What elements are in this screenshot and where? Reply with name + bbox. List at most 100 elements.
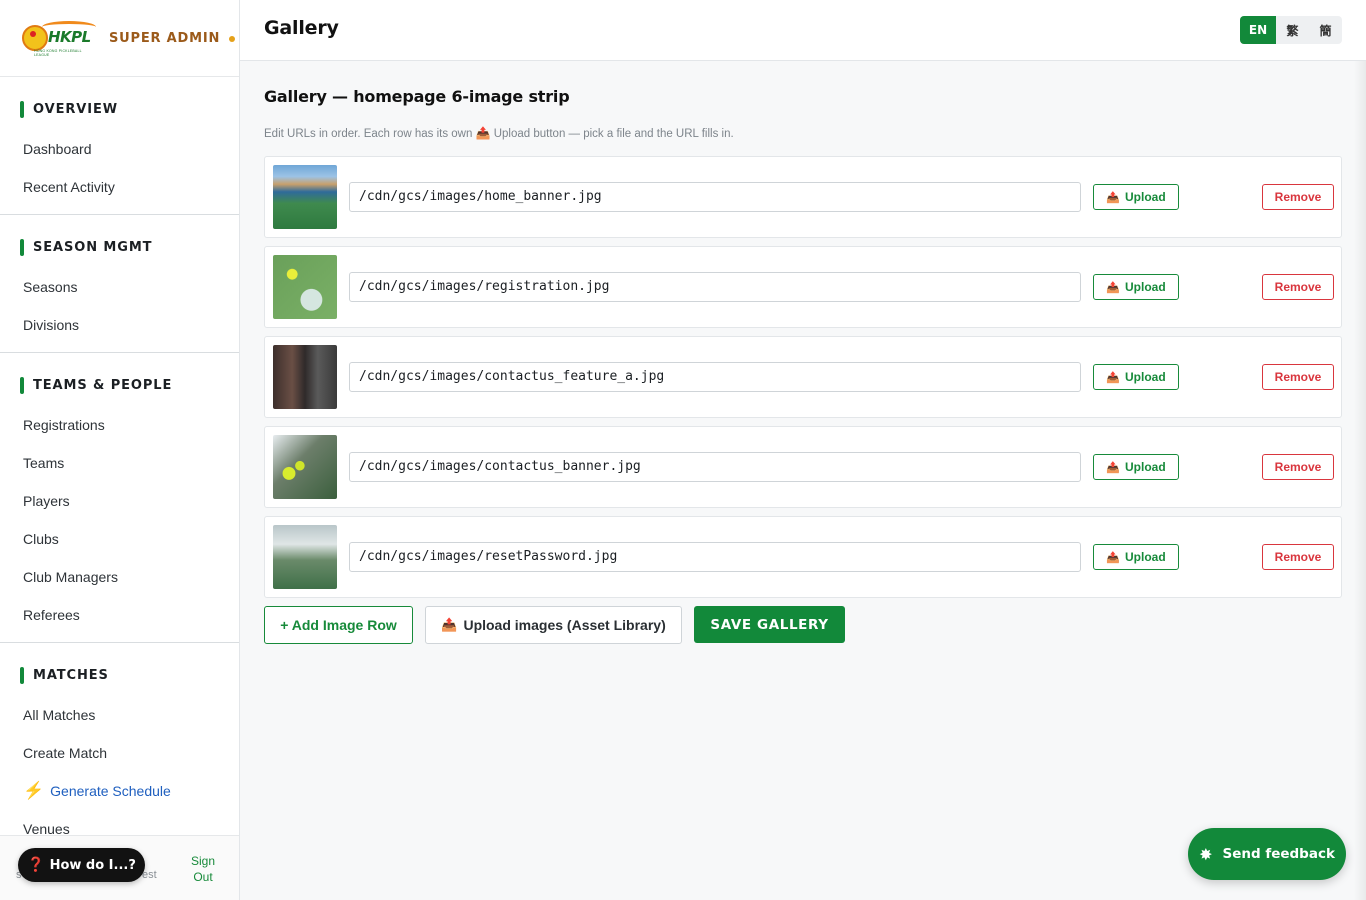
nav-section-overview: OVERVIEW Dashboard Recent Activity [0,96,239,215]
lang-simplified-button[interactable]: 簡 [1309,16,1342,44]
add-image-row-button[interactable]: + Add Image Row [264,606,413,644]
nav-heading-label: TEAMS & PEOPLE [33,377,173,393]
sidebar-item-dashboard[interactable]: Dashboard [0,130,239,168]
help-button-label: How do I...? [49,857,136,873]
instructions-text: Edit URLs in order. Each row has its own… [264,126,1342,140]
remove-button[interactable]: Remove [1262,454,1334,480]
brand-header: HKPL HONG KONG PICKLEBALL LEAGUE SUPER A… [0,0,239,77]
image-thumbnail [273,345,337,409]
hint-text-2: Upload button — pick a file and the URL … [493,128,734,140]
image-url-input[interactable]: /cdn/gcs/images/resetPassword.jpg [349,542,1081,572]
upload-icon: 📤 [1106,551,1121,564]
sidebar-item-recent-activity[interactable]: Recent Activity [0,168,239,206]
sidebar-item-clubs[interactable]: Clubs [0,520,239,558]
upload-label: Upload [1125,190,1166,204]
sidebar-item-referees[interactable]: Referees [0,596,239,634]
sidebar-item-players[interactable]: Players [0,482,239,520]
upload-label: Upload [1125,280,1166,294]
gallery-actions: + Add Image Row 📤 Upload images (Asset Li… [264,606,1342,644]
image-thumbnail [273,525,337,589]
remove-button[interactable]: Remove [1262,274,1334,300]
image-url-input[interactable]: /cdn/gcs/images/registration.jpg [349,272,1081,302]
hint-text: Edit URLs in order. Each row has its own [264,128,473,140]
sidebar-item-seasons[interactable]: Seasons [0,268,239,306]
remove-button[interactable]: Remove [1262,544,1334,570]
bug-icon: ✸ [1199,844,1213,864]
image-thumbnail [273,435,337,499]
sidebar-item-club-managers[interactable]: Club Managers [0,558,239,596]
remove-button[interactable]: Remove [1262,184,1334,210]
sidebar: HKPL HONG KONG PICKLEBALL LEAGUE SUPER A… [0,0,240,900]
send-feedback-button[interactable]: ✸ Send feedback [1188,828,1346,880]
upload-button[interactable]: 📤 Upload [1093,364,1179,390]
upload-icon: 📤 [475,126,491,140]
top-bar: Gallery EN 繁 簡 [240,0,1366,61]
lang-traditional-button[interactable]: 繁 [1276,16,1309,44]
section-title: Gallery — homepage 6-image strip [264,87,570,106]
save-gallery-button[interactable]: SAVE GALLERY [694,606,845,643]
heading-accent-bar [20,376,24,394]
upload-icon: 📤 [1106,191,1121,204]
logo-subtext: HONG KONG PICKLEBALL LEAGUE [34,49,82,57]
nav-heading: TEAMS & PEOPLE [0,372,239,398]
nav-heading: OVERVIEW [0,96,239,122]
image-url-input[interactable]: /cdn/gcs/images/contactus_feature_a.jpg [349,362,1081,392]
question-icon: ❓ [27,857,45,873]
lightning-icon: ⚡ [23,781,45,800]
nav-heading-label: SEASON MGMT [33,239,153,255]
upload-button[interactable]: 📤 Upload [1093,454,1179,480]
main-content: Gallery — homepage 6-image strip Edit UR… [264,61,1342,644]
gallery-rows: /cdn/gcs/images/home_banner.jpg 📤 Upload … [264,156,1342,598]
nav-heading: MATCHES [0,662,239,688]
nav-section-season: SEASON MGMT Seasons Divisions [0,234,239,353]
upload-icon: 📤 [1106,461,1121,474]
sidebar-item-registrations[interactable]: Registrations [0,406,239,444]
image-url-input[interactable]: /cdn/gcs/images/home_banner.jpg [349,182,1081,212]
upload-button[interactable]: 📤 Upload [1093,274,1179,300]
logo-text: HKPL [48,28,91,46]
nav-heading: SEASON MGMT [0,234,239,260]
help-button[interactable]: ❓ How do I...? [18,848,145,882]
upload-icon: 📤 [1106,281,1121,294]
feedback-label: Send feedback [1222,846,1335,862]
nav-heading-label: MATCHES [33,667,109,683]
upload-icon: 📤 [441,617,458,632]
user-name-fragment: est [142,869,157,881]
gallery-row: /cdn/gcs/images/resetPassword.jpg 📤 Uploa… [264,516,1342,598]
hkpl-logo[interactable]: HKPL HONG KONG PICKLEBALL LEAGUE [20,19,96,57]
asset-library-upload-button[interactable]: 📤 Upload images (Asset Library) [425,606,682,644]
upload-icon: 📤 [1106,371,1121,384]
nav-section-teams: TEAMS & PEOPLE Registrations Teams Playe… [0,372,239,643]
language-switcher: EN 繁 簡 [1240,16,1342,44]
gallery-row: /cdn/gcs/images/home_banner.jpg 📤 Upload … [264,156,1342,238]
asset-library-label: Upload images (Asset Library) [463,617,666,633]
gallery-row: /cdn/gcs/images/contactus_feature_a.jpg … [264,336,1342,418]
upload-label: Upload [1125,460,1166,474]
sidebar-item-label: Generate Schedule [50,783,171,799]
upload-button[interactable]: 📤 Upload [1093,184,1179,210]
nav-heading-label: OVERVIEW [33,101,118,117]
image-thumbnail [273,255,337,319]
pickleball-icon [22,25,48,51]
sidebar-item-generate-schedule[interactable]: ⚡ Generate Schedule [0,772,239,810]
image-url-input[interactable]: /cdn/gcs/images/contactus_banner.jpg [349,452,1081,482]
sidebar-item-divisions[interactable]: Divisions [0,306,239,344]
upload-button[interactable]: 📤 Upload [1093,544,1179,570]
status-dot [229,36,236,42]
sidebar-item-teams[interactable]: Teams [0,444,239,482]
role-label: SUPER ADMIN [109,30,221,46]
gallery-row: /cdn/gcs/images/contactus_banner.jpg 📤 Up… [264,426,1342,508]
heading-accent-bar [20,238,24,256]
page-title: Gallery [264,17,339,39]
remove-button[interactable]: Remove [1262,364,1334,390]
nav-section-matches: MATCHES All Matches Create Match ⚡ Genera… [0,662,239,848]
image-thumbnail [273,165,337,229]
sidebar-item-create-match[interactable]: Create Match [0,734,239,772]
lang-en-button[interactable]: EN [1240,16,1276,44]
sign-out-link[interactable]: Sign Out [188,853,218,885]
upload-label: Upload [1125,370,1166,384]
sidebar-item-all-matches[interactable]: All Matches [0,696,239,734]
gallery-row: /cdn/gcs/images/registration.jpg 📤 Upload… [264,246,1342,328]
heading-accent-bar [20,100,24,118]
upload-label: Upload [1125,550,1166,564]
